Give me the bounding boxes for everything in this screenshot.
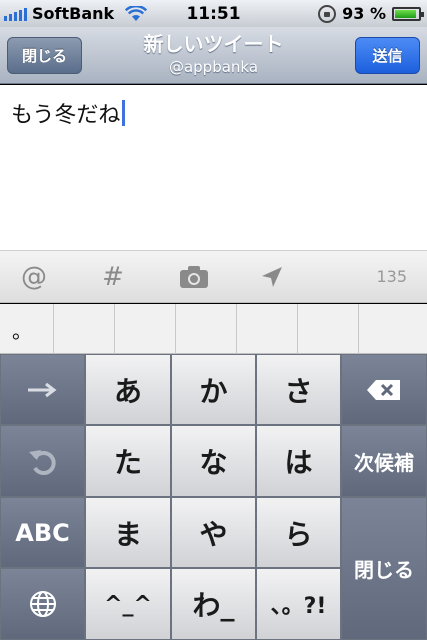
navigation-bar: 閉じる 新しいツイート @appbanka 送信 — [0, 27, 427, 84]
hashtag-icon[interactable]: # — [93, 259, 133, 295]
candidate-item[interactable] — [54, 304, 115, 354]
tweet-text-content: もう冬だね — [11, 103, 121, 128]
account-name: @appbanka — [168, 58, 259, 76]
kana-key[interactable]: か — [171, 354, 256, 425]
character-count: 135 — [376, 267, 407, 286]
candidate-item[interactable] — [298, 304, 359, 354]
page-title: 新しいツイート — [143, 32, 284, 56]
kana-key[interactable]: わ_ — [171, 568, 256, 640]
candidate-bar: 。 — [0, 304, 427, 354]
keyboard: ABC あ か さ た な は ま や ら ^_^ わ_ 、。?! 次候補 閉じ… — [0, 354, 427, 640]
candidate-item[interactable] — [359, 304, 427, 354]
kana-key[interactable]: は — [256, 425, 341, 497]
compose-toolbar: @ # 135 — [0, 250, 427, 303]
camera-icon[interactable] — [174, 259, 214, 295]
battery-icon — [392, 6, 424, 21]
mention-icon[interactable]: @ — [14, 259, 54, 295]
keyboard-close-key[interactable]: 閉じる — [341, 497, 427, 640]
rotation-lock-icon — [318, 4, 337, 23]
next-candidate-key[interactable]: 次候補 — [341, 425, 427, 497]
location-icon[interactable] — [252, 259, 292, 295]
kana-key[interactable]: な — [171, 425, 256, 497]
backspace-key[interactable] — [341, 354, 427, 425]
candidate-item[interactable] — [115, 304, 176, 354]
undo-key[interactable] — [0, 425, 85, 497]
kana-key[interactable]: あ — [85, 354, 171, 425]
globe-icon[interactable] — [0, 568, 85, 640]
abc-key[interactable]: ABC — [0, 497, 85, 568]
text-caret — [122, 100, 126, 126]
send-button[interactable]: 送信 — [355, 37, 420, 74]
battery-percent: 93 % — [342, 4, 386, 23]
status-right: 93 % — [318, 4, 424, 23]
punctuation-key[interactable]: 、。?! — [256, 568, 341, 640]
kana-key[interactable]: ら — [256, 497, 341, 568]
tweet-text[interactable]: もう冬だね — [11, 97, 126, 129]
kana-key[interactable]: ま — [85, 497, 171, 568]
candidate-item[interactable] — [176, 304, 237, 354]
candidate-item[interactable]: 。 — [0, 304, 54, 354]
candidate-item[interactable] — [237, 304, 298, 354]
tweet-compose-area[interactable]: もう冬だね — [0, 85, 427, 250]
close-button[interactable]: 閉じる — [7, 37, 82, 74]
kana-key[interactable]: た — [85, 425, 171, 497]
status-bar: SoftBank 11:51 93 % — [0, 0, 427, 27]
kana-key[interactable]: や — [171, 497, 256, 568]
kana-key[interactable]: さ — [256, 354, 341, 425]
arrow-right-key[interactable] — [0, 354, 85, 425]
backspace-icon — [367, 379, 400, 400]
nav-title-block: 新しいツイート @appbanka — [90, 31, 337, 77]
emoticon-key[interactable]: ^_^ — [85, 568, 171, 640]
